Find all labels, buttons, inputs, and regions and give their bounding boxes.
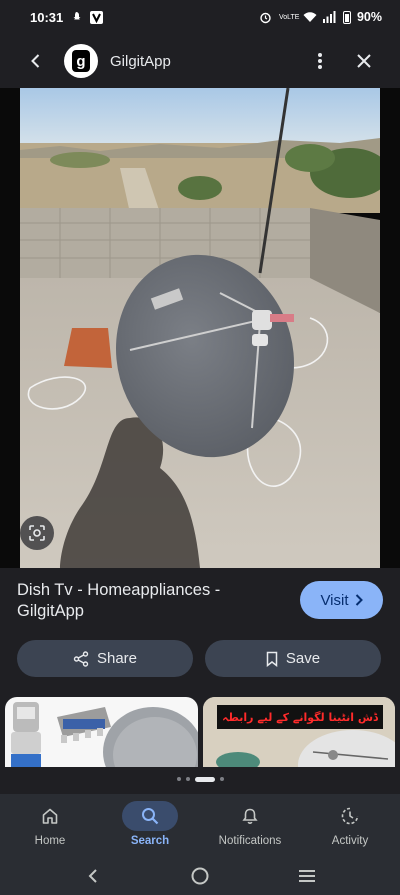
home-icon xyxy=(22,801,78,831)
battery-level: 90% xyxy=(356,10,382,24)
nav-notifications-label: Notifications xyxy=(218,835,282,847)
search-icon xyxy=(122,801,178,831)
visit-label: Visit xyxy=(320,591,349,609)
status-bar: 10:31 VoLTE 90% xyxy=(0,0,400,34)
lens-icon xyxy=(29,525,45,541)
system-home-button[interactable] xyxy=(180,861,220,891)
nav-search-label: Search xyxy=(130,835,170,847)
header: g GilgitApp xyxy=(0,34,400,88)
nav-search[interactable]: Search xyxy=(100,794,200,856)
nav-home-label: Home xyxy=(34,835,66,847)
site-logo-letter: g xyxy=(72,50,90,72)
system-recents-button[interactable] xyxy=(287,861,327,891)
pager-dot xyxy=(176,777,181,781)
system-back-button[interactable] xyxy=(73,861,113,891)
signal-icon xyxy=(323,10,337,24)
related-image-caption: ڈش انٹینا لگوانے کے لیے رابطہ xyxy=(217,705,383,729)
related-images: ڈش انٹینا لگوانے کے لیے رابطہ xyxy=(0,697,400,767)
google-lens-button[interactable] xyxy=(20,516,54,550)
status-time: 10:31 xyxy=(30,9,64,25)
share-label: Share xyxy=(96,650,138,667)
v-app-icon xyxy=(89,10,103,24)
chevron-left-icon xyxy=(88,868,98,883)
pager-dot xyxy=(185,777,190,781)
site-logo: g xyxy=(64,44,98,78)
bell-icon xyxy=(222,801,278,831)
chevron-left-icon xyxy=(31,54,40,68)
save-button[interactable]: Save xyxy=(205,640,381,677)
back-button[interactable] xyxy=(18,43,54,79)
site-name: GilgitApp xyxy=(110,52,171,70)
related-image-lnb[interactable] xyxy=(5,697,198,767)
nav-home[interactable]: Home xyxy=(0,794,100,856)
close-icon xyxy=(357,54,371,68)
menu-icon xyxy=(298,869,315,882)
more-options-button[interactable] xyxy=(302,43,338,79)
carousel-pager xyxy=(0,773,400,785)
image-preview-frame xyxy=(0,88,400,568)
chevron-right-icon xyxy=(355,594,363,606)
system-navigation-bar xyxy=(0,856,400,895)
bottom-navigation: Home Search Notifications Activity xyxy=(0,794,400,856)
more-vert-icon xyxy=(318,53,322,69)
nav-activity-label: Activity xyxy=(331,835,369,847)
circle-icon xyxy=(191,867,209,884)
snapchat-icon xyxy=(69,10,83,24)
activity-icon xyxy=(322,801,378,831)
alarm-icon xyxy=(259,10,273,24)
share-button[interactable]: Share xyxy=(17,640,193,677)
visit-button[interactable]: Visit xyxy=(300,581,383,619)
related-image-dish-ad[interactable]: ڈش انٹینا لگوانے کے لیے رابطہ xyxy=(203,697,395,767)
save-label: Save xyxy=(285,650,321,667)
nav-activity[interactable]: Activity xyxy=(300,794,400,856)
pager-dot-active xyxy=(194,776,215,782)
share-icon xyxy=(73,650,89,667)
wifi-icon xyxy=(303,10,317,24)
volte-label: VoLTE xyxy=(278,13,300,21)
result-title[interactable]: Dish Tv - Homeappliances - GilgitApp xyxy=(17,580,267,622)
nav-notifications[interactable]: Notifications xyxy=(200,794,300,856)
battery-icon xyxy=(342,10,351,24)
bookmark-icon xyxy=(266,651,278,667)
dish-antenna-photo[interactable] xyxy=(20,88,380,568)
close-button[interactable] xyxy=(346,43,382,79)
pager-dot xyxy=(219,777,224,781)
